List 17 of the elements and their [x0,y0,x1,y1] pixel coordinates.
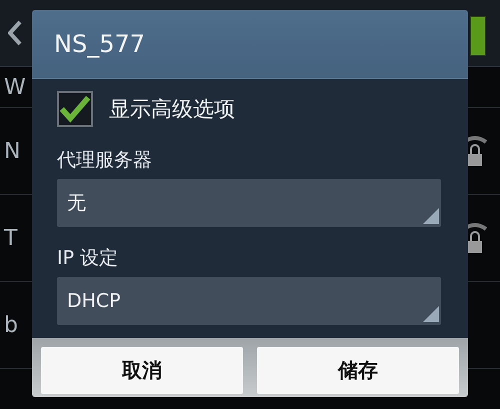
dropdown-corner-icon [423,208,439,224]
field-label: 代理服务器 [57,148,153,173]
wifi-toggle[interactable] [470,16,486,56]
dialog-button[interactable]: 储存 [257,347,459,394]
network-name: T [4,226,18,250]
advanced-checkbox[interactable] [57,91,93,127]
network-name: b [4,312,18,338]
checkbox-label: 显示高级选项 [109,96,235,123]
dialog-button[interactable]: 取消 [41,347,243,394]
dialog-title: NS_577 [54,30,145,58]
network-name: W [4,74,26,100]
field-label: IP 设定 [57,246,120,271]
dropdown-field[interactable]: DHCP [57,277,441,325]
dropdown-field[interactable]: 无 [57,179,441,227]
back-icon[interactable] [8,20,22,46]
network-name: N [4,138,20,164]
dropdown-corner-icon [423,306,439,322]
